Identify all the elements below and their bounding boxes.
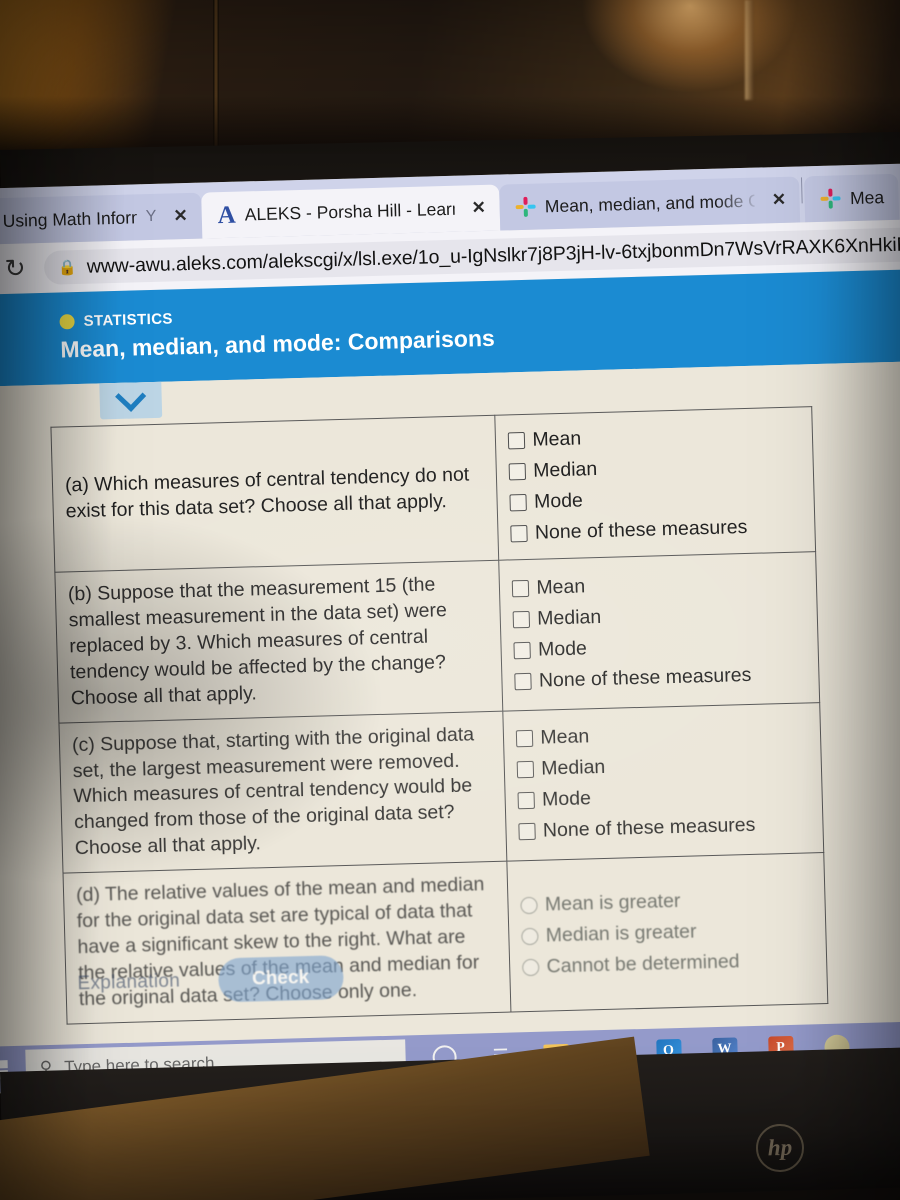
checkbox-icon[interactable] bbox=[516, 730, 534, 748]
option-label: Median is greater bbox=[545, 920, 697, 947]
option-label: Mode bbox=[541, 787, 592, 812]
option-label: None of these measures bbox=[538, 663, 752, 692]
lamp-glow-edge bbox=[745, 0, 754, 100]
option-label: Mean is greater bbox=[544, 889, 681, 916]
status-dot-icon bbox=[59, 314, 75, 330]
checkbox-icon[interactable] bbox=[517, 792, 536, 810]
question-content-area: (a) Which measures of central tendency d… bbox=[0, 360, 900, 1048]
answer-options-b: Mean Median Mode None of these measures bbox=[499, 551, 820, 711]
address-bar-url: www-awu.aleks.com/alekscgi/x/lsl.exe/1o_… bbox=[86, 232, 900, 278]
page-title: Mean, median, and mode: Comparisons bbox=[59, 324, 496, 363]
radio-icon[interactable] bbox=[520, 896, 539, 914]
checkbox-icon[interactable] bbox=[513, 610, 531, 629]
option-label: Median bbox=[536, 605, 602, 630]
slack-icon bbox=[515, 196, 537, 218]
option-label: Mean bbox=[536, 575, 586, 599]
checkbox-icon[interactable] bbox=[512, 579, 530, 598]
header-text-block: STATISTICS Mean, median, and mode: Compa… bbox=[15, 302, 495, 365]
lock-icon: 🔒 bbox=[57, 259, 78, 277]
checkbox-icon[interactable] bbox=[518, 823, 537, 841]
checkbox-icon[interactable] bbox=[509, 462, 527, 481]
answer-options-a: Mean Median Mode None of these measures bbox=[495, 406, 816, 561]
aleks-a-logo-icon: A bbox=[217, 201, 237, 229]
browser-tab-3[interactable]: Mea bbox=[804, 173, 899, 223]
option-b-none[interactable]: None of these measures bbox=[514, 658, 807, 697]
chevron-down-icon bbox=[115, 380, 147, 412]
tab-title: Mea bbox=[849, 186, 885, 208]
tab-separator bbox=[801, 177, 804, 204]
table-row: (c) Suppose that, starting with the orig… bbox=[58, 702, 824, 874]
tab-title-overflow: Y bbox=[145, 207, 157, 226]
slack-icon bbox=[820, 188, 842, 209]
table-row: (b) Suppose that the measurement 15 (the… bbox=[54, 551, 820, 723]
reload-icon[interactable]: ↻ bbox=[0, 253, 31, 284]
tab-close-icon[interactable]: ✕ bbox=[471, 198, 486, 218]
questions-table: (a) Which measures of central tendency d… bbox=[50, 406, 828, 1024]
answer-options-c: Mean Median Mode None of these measures bbox=[503, 702, 824, 862]
tab-title: ALEKS – Using Math Inform bbox=[0, 206, 138, 233]
checkbox-icon[interactable] bbox=[510, 524, 529, 543]
checkbox-icon[interactable] bbox=[508, 431, 526, 450]
checkbox-icon[interactable] bbox=[514, 672, 533, 691]
checkbox-icon[interactable] bbox=[509, 493, 528, 512]
tab-title: Mean, median, and mode Co bbox=[544, 190, 756, 216]
question-prompt-a: (a) Which measures of central tendency d… bbox=[50, 415, 500, 573]
subject-label: STATISTICS bbox=[83, 310, 174, 330]
photo-of-laptop-screen: ALEKS – Using Math Inform Y ✕ A ALEKS - … bbox=[0, 0, 900, 1200]
option-a-none[interactable]: None of these measures bbox=[510, 510, 803, 549]
check-button[interactable]: Check bbox=[217, 955, 344, 1003]
browser-tab-1[interactable]: A ALEKS - Porsha Hill - Learn ✕ bbox=[201, 184, 501, 239]
tab-close-icon[interactable]: ✕ bbox=[772, 190, 787, 210]
explanation-button[interactable]: Explanation bbox=[77, 970, 180, 995]
option-label: Mode bbox=[533, 489, 584, 513]
option-label: Median bbox=[541, 756, 606, 781]
answer-options-d: Mean is greater Median is greater Cannot… bbox=[507, 852, 828, 1012]
question-prompt-b: (b) Suppose that the measurement 15 (the… bbox=[54, 560, 504, 723]
browser-tab-0[interactable]: ALEKS – Using Math Inform Y ✕ bbox=[0, 192, 203, 246]
tab-title: ALEKS - Porsha Hill - Learn bbox=[244, 198, 455, 224]
table-row: (a) Which measures of central tendency d… bbox=[50, 406, 816, 573]
option-label: Mean bbox=[532, 427, 582, 451]
option-label: None of these measures bbox=[534, 515, 748, 544]
radio-icon[interactable] bbox=[521, 927, 540, 945]
option-label: Median bbox=[532, 458, 598, 482]
option-c-none[interactable]: None of these measures bbox=[518, 809, 811, 848]
footer-action-bar: Explanation Check bbox=[77, 955, 344, 1006]
tab-close-icon[interactable]: ✕ bbox=[173, 206, 188, 226]
question-prompt-c: (c) Suppose that, starting with the orig… bbox=[58, 710, 508, 874]
collapse-toggle-button[interactable] bbox=[99, 380, 163, 420]
checkbox-icon[interactable] bbox=[517, 761, 535, 779]
option-label: None of these measures bbox=[542, 814, 756, 843]
checkbox-icon[interactable] bbox=[513, 641, 532, 660]
option-label: Mode bbox=[537, 637, 588, 661]
option-label: Cannot be determined bbox=[546, 949, 740, 978]
radio-icon[interactable] bbox=[522, 958, 540, 976]
option-d-cannot-determine[interactable]: Cannot be determined bbox=[522, 944, 814, 983]
laptop-screen: ALEKS – Using Math Inform Y ✕ A ALEKS - … bbox=[0, 162, 900, 1095]
option-label: Mean bbox=[540, 725, 590, 750]
browser-tab-2[interactable]: Mean, median, and mode Co ✕ bbox=[499, 176, 801, 231]
